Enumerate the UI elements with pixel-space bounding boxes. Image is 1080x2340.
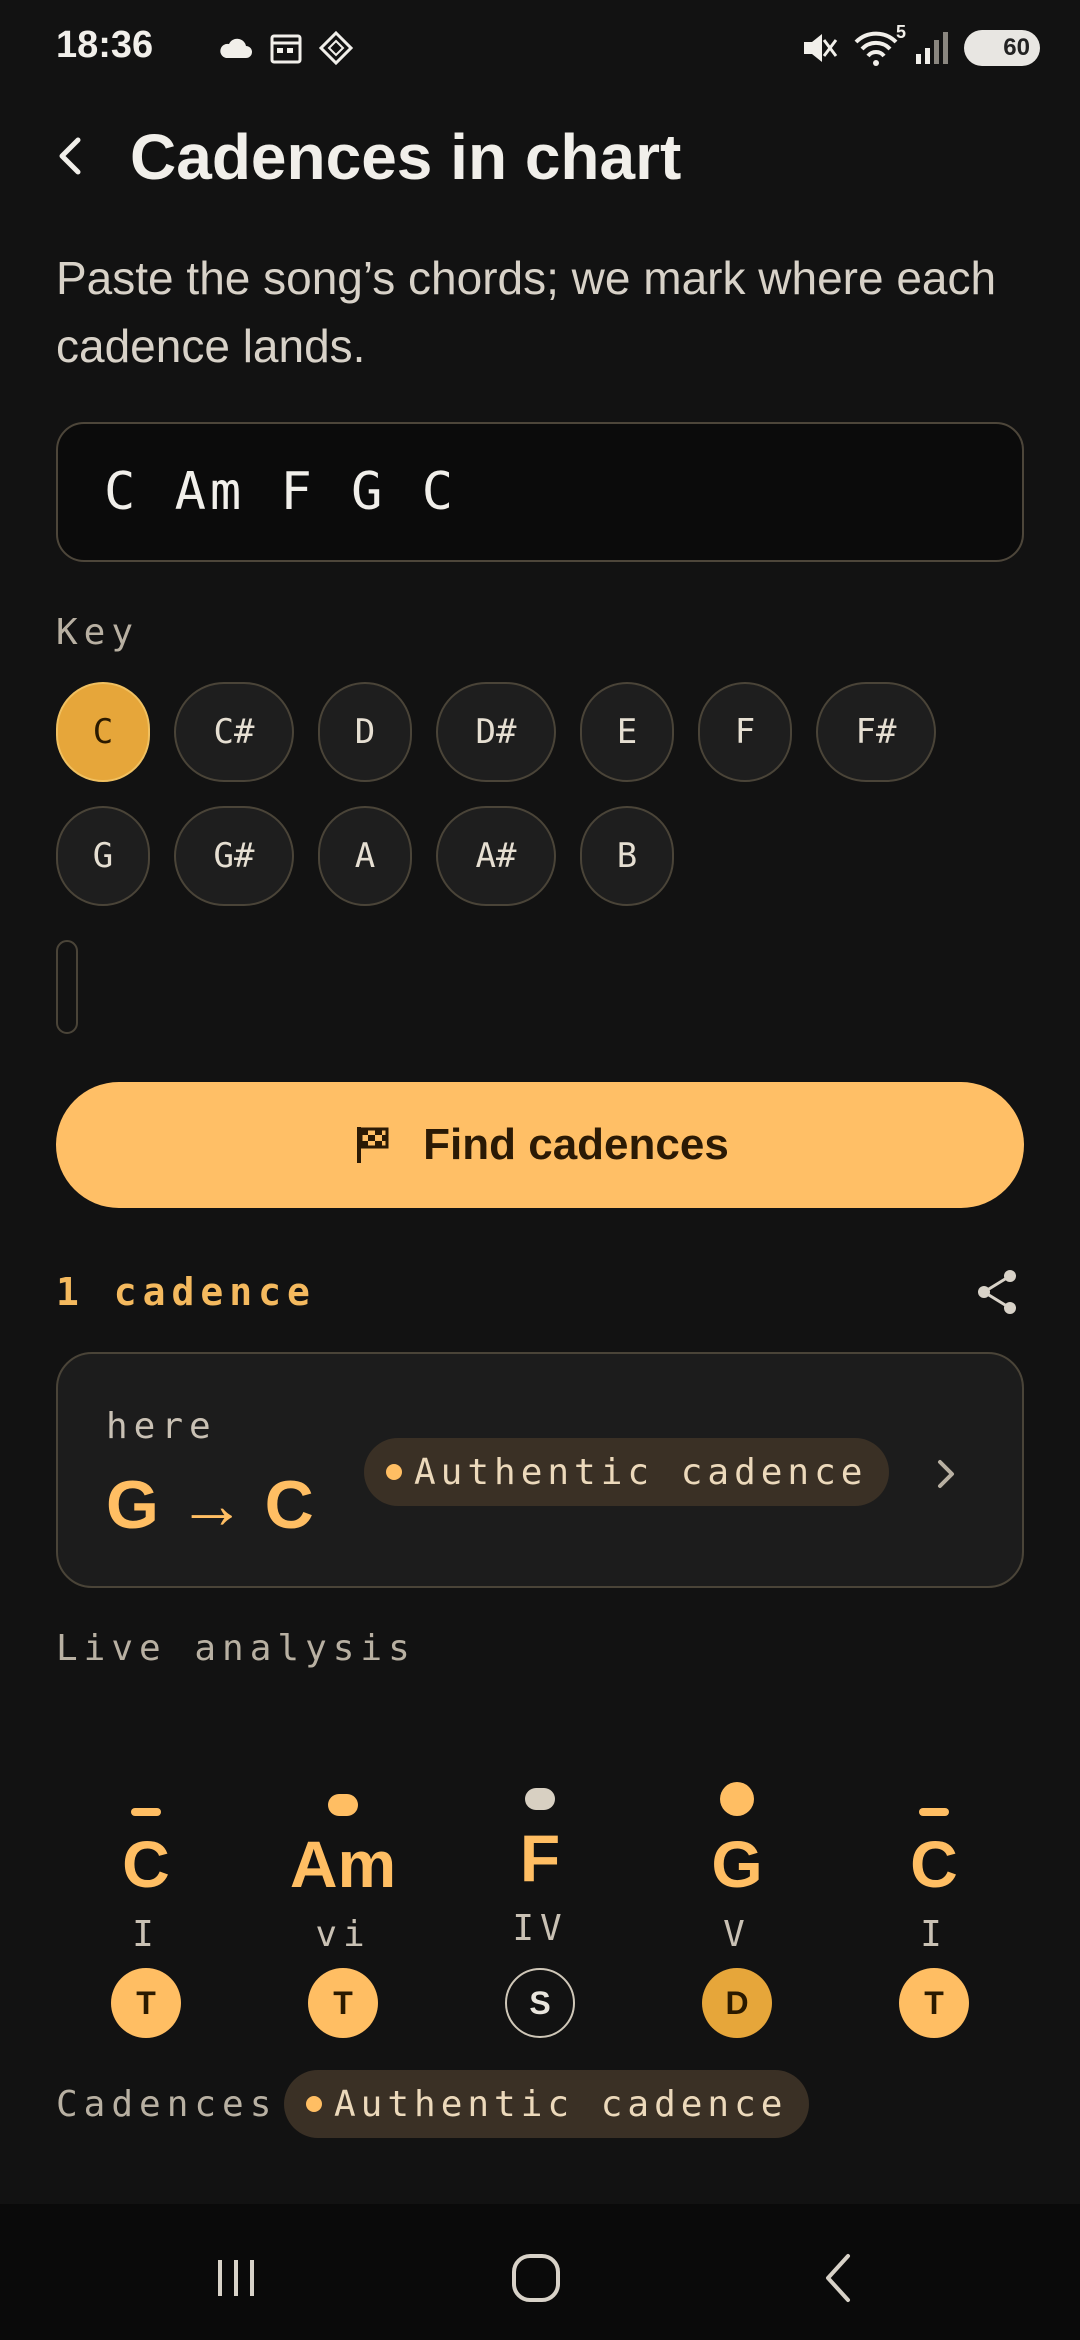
- find-cadences-button[interactable]: Find cadences: [56, 1082, 1024, 1208]
- live-analysis-label: Live analysis: [56, 1628, 416, 1669]
- cadence-count: 1 cadence: [56, 1270, 316, 1314]
- function-badge-tonic: T: [111, 1968, 181, 2038]
- cadences-label: Cadences: [56, 2084, 278, 2125]
- badge-dot: [306, 2096, 322, 2112]
- find-cadences-label: Find cadences: [423, 1120, 729, 1169]
- chord-marker: [328, 1794, 358, 1816]
- key-chip-f[interactable]: F: [698, 682, 792, 782]
- chord-symbol: Am: [289, 1827, 397, 1901]
- cloud-moon-icon: [220, 38, 252, 58]
- roman-numeral: V: [723, 1914, 751, 1955]
- chord-symbol: F: [519, 1821, 561, 1895]
- status-time: 18:36: [56, 24, 154, 66]
- chord-symbol: C: [122, 1827, 170, 1901]
- key-chip-b[interactable]: B: [580, 806, 674, 906]
- key-label: Key: [56, 612, 140, 653]
- badge-dot: [386, 1464, 402, 1480]
- signal-icon: [916, 32, 948, 64]
- cadence-result-card[interactable]: here G → C Authentic cadence: [56, 1352, 1024, 1588]
- function-badge-dominant: D: [702, 1968, 772, 2038]
- system-back-icon[interactable]: [800, 2238, 880, 2318]
- mode-toggle-pill[interactable]: [56, 940, 78, 1034]
- chevron-right-icon[interactable]: [926, 1454, 966, 1494]
- calendar-icon: [270, 34, 302, 64]
- battery-level: 60: [1003, 34, 1030, 61]
- diamond-app-icon: [318, 30, 354, 66]
- chord-marker: [919, 1808, 949, 1816]
- function-badge-subdominant: S: [505, 1968, 575, 2038]
- key-chip-g[interactable]: G: [56, 806, 150, 906]
- function-badge-tonic: T: [899, 1968, 969, 2038]
- roman-numeral: I: [920, 1914, 948, 1955]
- key-chip-c-sharp[interactable]: C#: [174, 682, 294, 782]
- page-subtitle: Paste the song’s chords; we mark where e…: [56, 252, 997, 372]
- chord-marker: [720, 1782, 754, 1816]
- key-chip-d[interactable]: D: [318, 682, 412, 782]
- key-chip-d-sharp[interactable]: D#: [436, 682, 556, 782]
- cadence-position-label: here: [106, 1406, 217, 1447]
- cadences-footer-badge-label: Authentic cadence: [334, 2083, 788, 2125]
- status-bar: 18:36 5 60: [0, 0, 1080, 100]
- key-chip-a-sharp[interactable]: A#: [436, 806, 556, 906]
- key-chip-c[interactable]: C: [56, 682, 150, 782]
- chord-marker: [131, 1808, 161, 1816]
- key-chip-a[interactable]: A: [318, 806, 412, 906]
- roman-numeral: vi: [315, 1914, 371, 1955]
- chord-symbol: C: [910, 1827, 958, 1901]
- function-badge-tonic: T: [308, 1968, 378, 2038]
- key-chip-g-sharp[interactable]: G#: [174, 806, 294, 906]
- recent-apps-icon[interactable]: [196, 2238, 276, 2318]
- chord-input[interactable]: [56, 422, 1024, 562]
- wifi-icon: [854, 31, 898, 66]
- cadence-type-label: Authentic cadence: [414, 1451, 868, 1493]
- battery-indicator: 60: [964, 30, 1040, 66]
- cadence-progression: G → C: [106, 1467, 314, 1543]
- cadences-footer-badge[interactable]: Authentic cadence: [284, 2070, 810, 2138]
- chord-symbol: G: [711, 1827, 763, 1901]
- wifi-badge: 5: [895, 22, 906, 42]
- home-icon[interactable]: [496, 2238, 576, 2318]
- chord-marker: [525, 1788, 555, 1810]
- live-analysis-row: C I T Am vi T F IV S G V D C I T: [56, 1770, 1024, 2050]
- key-chip-f-sharp[interactable]: F#: [816, 682, 936, 782]
- roman-numeral: IV: [512, 1908, 568, 1949]
- flag-icon: [357, 1127, 389, 1163]
- key-chip-e[interactable]: E: [580, 682, 674, 782]
- share-icon[interactable]: [972, 1266, 1024, 1318]
- page-title: Cadences in chart: [130, 121, 682, 193]
- system-nav-bar: [0, 2204, 1080, 2340]
- key-selector: C C# D D# E F F# G G# A A# B: [56, 682, 1024, 930]
- roman-numeral: I: [132, 1914, 160, 1955]
- mute-icon: [804, 34, 838, 62]
- cadence-type-badge: Authentic cadence: [364, 1438, 890, 1506]
- back-arrow-icon[interactable]: [44, 128, 100, 184]
